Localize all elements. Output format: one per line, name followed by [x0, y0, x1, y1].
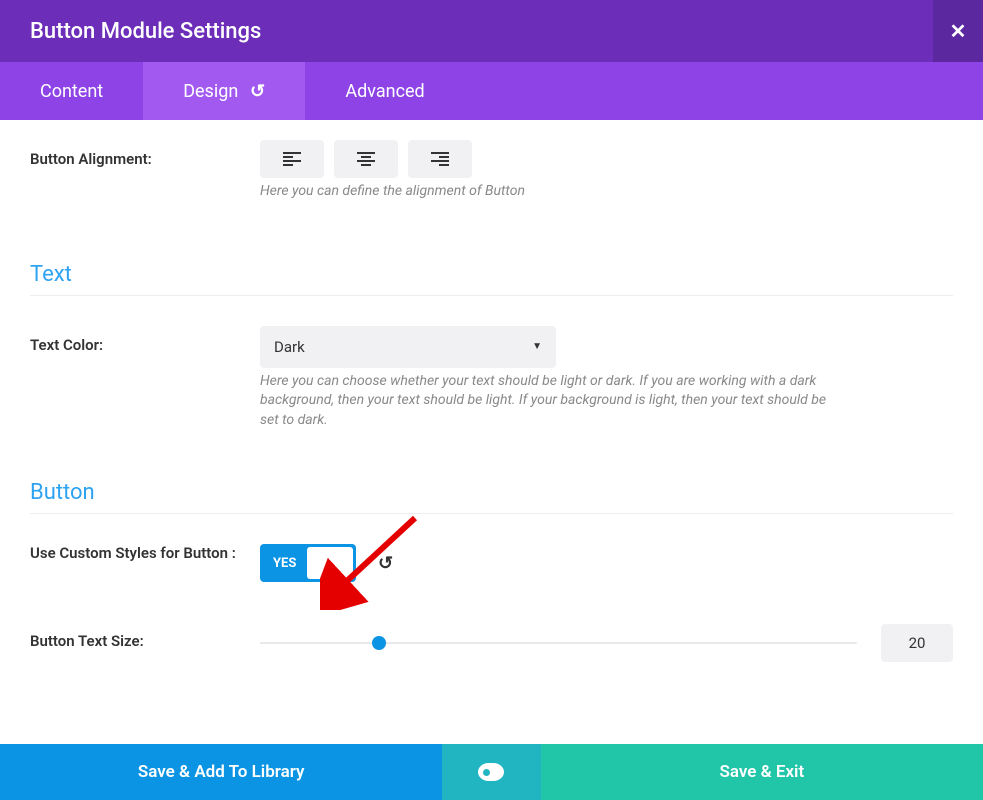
help-button-alignment: Here you can define the alignment of But…	[260, 182, 830, 202]
text-size-slider[interactable]	[260, 642, 857, 644]
modal-header: Button Module Settings ✕	[0, 0, 983, 62]
tab-bar: Content Design ↻ Advanced	[0, 62, 983, 120]
align-right-button[interactable]	[408, 140, 472, 178]
field-button-text-size: Button Text Size: 20	[30, 622, 953, 662]
section-text-title: Text	[30, 262, 953, 287]
eye-icon	[478, 763, 504, 781]
field-button-alignment: Button Alignment: Here you can define th…	[30, 140, 953, 202]
align-right-icon	[431, 152, 449, 166]
label-custom-styles: Use Custom Styles for Button :	[30, 544, 260, 564]
text-color-select[interactable]: Dark ▼	[260, 326, 556, 368]
tab-design-label: Design	[183, 81, 238, 102]
settings-content: Button Alignment: Here you can define th…	[0, 120, 983, 744]
preview-button[interactable]	[442, 744, 540, 800]
tab-advanced[interactable]: Advanced	[305, 62, 464, 120]
text-color-value: Dark	[274, 338, 305, 356]
text-size-value[interactable]: 20	[881, 624, 953, 662]
alignment-buttons	[260, 140, 953, 178]
tab-content[interactable]: Content	[0, 62, 143, 120]
label-button-text-size: Button Text Size:	[30, 622, 260, 650]
align-center-icon	[357, 152, 375, 166]
toggle-label-yes: YES	[263, 556, 296, 571]
reset-button[interactable]: ↻	[378, 553, 393, 574]
undo-icon: ↻	[250, 81, 265, 102]
align-left-button[interactable]	[260, 140, 324, 178]
chevron-down-icon: ▼	[532, 341, 542, 352]
save-add-library-label: Save & Add To Library	[138, 762, 305, 782]
align-center-button[interactable]	[334, 140, 398, 178]
save-exit-label: Save & Exit	[719, 762, 804, 782]
field-text-color: Text Color: Dark ▼ Here you can choose w…	[30, 326, 953, 431]
tab-content-label: Content	[40, 81, 103, 102]
save-exit-button[interactable]: Save & Exit	[541, 744, 983, 800]
modal-footer: Save & Add To Library Save & Exit	[0, 744, 983, 800]
divider	[30, 513, 953, 514]
custom-styles-toggle[interactable]: YES	[260, 544, 356, 582]
slider-thumb[interactable]	[372, 636, 386, 650]
divider	[30, 295, 953, 296]
tab-advanced-label: Advanced	[345, 81, 424, 102]
tab-design[interactable]: Design ↻	[143, 62, 305, 120]
help-text-color: Here you can choose whether your text sh…	[260, 372, 830, 431]
section-button-title: Button	[30, 480, 953, 505]
save-add-library-button[interactable]: Save & Add To Library	[0, 744, 442, 800]
label-text-color: Text Color:	[30, 326, 260, 354]
close-button[interactable]: ✕	[933, 0, 983, 62]
modal-title: Button Module Settings	[30, 19, 261, 44]
label-button-alignment: Button Alignment:	[30, 140, 260, 168]
field-custom-styles: Use Custom Styles for Button : YES ↻	[30, 544, 953, 582]
toggle-knob	[307, 547, 353, 579]
close-icon: ✕	[950, 19, 967, 43]
align-left-icon	[283, 152, 301, 166]
